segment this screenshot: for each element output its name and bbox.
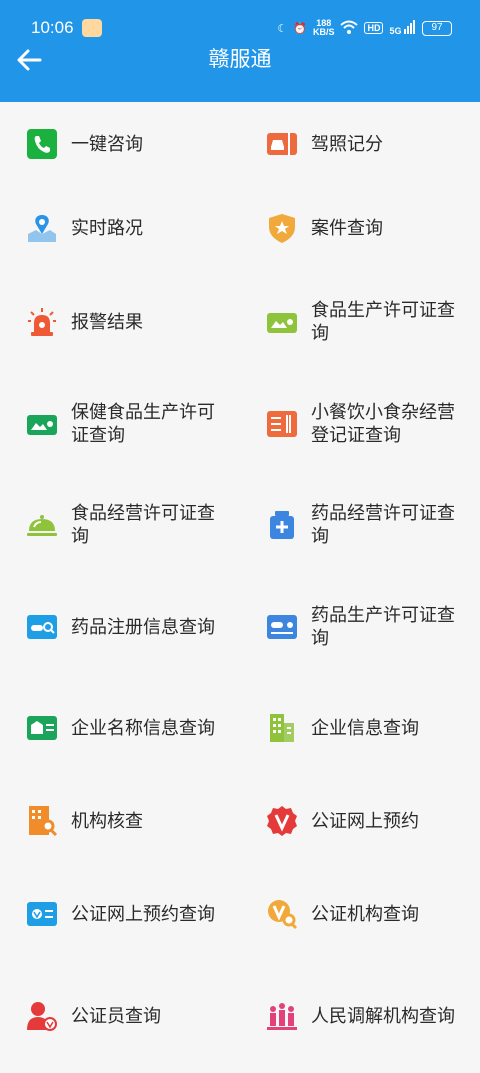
service-item-label: 企业名称信息查询 [71, 717, 215, 739]
service-item[interactable]: 公证网上预约 [266, 797, 461, 845]
weibo-notification-icon [82, 19, 102, 37]
service-item[interactable]: 一键咨询 [26, 120, 221, 168]
service-item[interactable]: 药品生产许可证查询 [266, 603, 461, 651]
service-item[interactable]: 机构核查 [26, 797, 221, 845]
service-item-label: 实时路况 [71, 217, 143, 239]
v-search-icon [266, 898, 298, 930]
app-header: 10:06 ☾ ⏰ 188 KB/S HD 5G 97 赣服通 [0, 0, 480, 102]
service-item-label: 公证网上预约 [311, 810, 419, 832]
phone-icon [26, 128, 58, 160]
service-item[interactable]: 公证机构查询 [266, 890, 461, 938]
service-item-label: 保健食品生产许可证查询 [71, 402, 215, 446]
badge-v-icon [266, 805, 298, 837]
medicine-bottle-icon [266, 509, 298, 541]
service-item-label: 驾照记分 [311, 133, 383, 155]
service-item[interactable]: 人民调解机构查询 [266, 992, 461, 1040]
service-item-label: 食品经营许可证查询 [71, 503, 215, 547]
service-item-label: 企业信息查询 [311, 717, 419, 739]
service-item-label: 案件查询 [311, 217, 383, 239]
service-item-label: 小餐饮小食杂经营登记证查询 [311, 402, 455, 446]
alarm-icon [26, 306, 58, 338]
service-item[interactable]: 药品经营许可证查询 [266, 501, 461, 549]
service-item-label: 药品生产许可证查询 [311, 605, 455, 649]
cutlery-icon [266, 408, 298, 440]
service-item[interactable]: 小餐饮小食杂经营登记证查询 [266, 400, 461, 448]
dish-cover-icon [26, 509, 58, 541]
service-item[interactable]: 企业信息查询 [266, 704, 461, 752]
building-search-icon [26, 805, 58, 837]
status-icons: ☾ ⏰ 188 KB/S HD 5G 97 [277, 18, 452, 38]
service-item[interactable]: 报警结果 [26, 298, 221, 346]
building-icon [266, 712, 298, 744]
service-item[interactable]: 案件查询 [266, 204, 461, 252]
hd-indicator: HD [364, 22, 384, 34]
company-card-icon [26, 712, 58, 744]
service-item[interactable]: 驾照记分 [266, 120, 461, 168]
service-item-label: 报警结果 [71, 311, 143, 333]
service-item-label: 药品注册信息查询 [71, 616, 215, 638]
service-item-label: 人民调解机构查询 [311, 1005, 455, 1027]
page-title: 赣服通 [208, 47, 272, 71]
service-item-label: 食品生产许可证查询 [311, 300, 455, 344]
service-item[interactable]: 食品生产许可证查询 [266, 298, 461, 346]
status-bar: 10:06 ☾ ⏰ 188 KB/S HD 5G 97 [0, 0, 480, 44]
id-card-icon [266, 306, 298, 338]
pill-search-icon [26, 611, 58, 643]
map-icon [26, 212, 58, 244]
signal-icon: 5G [389, 20, 416, 36]
network-type: 5G [389, 26, 402, 36]
service-item[interactable]: 企业名称信息查询 [26, 704, 221, 752]
person-badge-icon [26, 1000, 58, 1032]
service-item-label: 公证机构查询 [311, 903, 419, 925]
card-v-search-icon [26, 898, 58, 930]
alarm-clock-icon: ⏰ [293, 22, 307, 35]
network-speed-unit: KB/S [312, 27, 335, 37]
service-item-label: 药品经营许可证查询 [311, 503, 455, 547]
service-item-label: 公证员查询 [71, 1005, 161, 1027]
shield-icon [266, 212, 298, 244]
service-item[interactable]: 保健食品生产许可证查询 [26, 400, 221, 448]
service-item[interactable]: 药品注册信息查询 [26, 603, 221, 651]
id-card-icon [26, 408, 58, 440]
service-item-label: 一键咨询 [71, 133, 143, 155]
service-item[interactable]: 食品经营许可证查询 [26, 501, 221, 549]
network-speed: 188 KB/S [313, 19, 335, 37]
service-item[interactable]: 实时路况 [26, 204, 221, 252]
service-item-label: 机构核查 [71, 810, 143, 832]
people-icon [266, 1000, 298, 1032]
service-item[interactable]: 公证员查询 [26, 992, 221, 1040]
service-item-label: 公证网上预约查询 [71, 903, 215, 925]
car-icon [266, 128, 298, 160]
battery-indicator: 97 [422, 20, 452, 36]
pill-card-icon [266, 611, 298, 643]
status-time: 10:06 [31, 18, 74, 37]
moon-icon: ☾ [277, 22, 288, 35]
service-item[interactable]: 公证网上预约查询 [26, 890, 221, 938]
wifi-icon [340, 20, 359, 37]
